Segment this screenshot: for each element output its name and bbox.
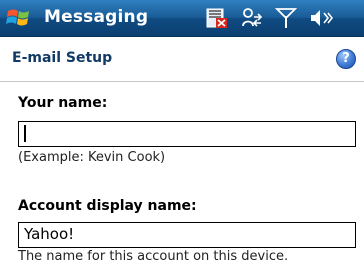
your-name-label: Your name:: [18, 95, 108, 111]
data-connection-icon[interactable]: [239, 6, 265, 30]
windows-start-icon[interactable]: [4, 3, 34, 33]
page-header: E-mail Setup ?: [0, 37, 364, 82]
storage-card-error-icon[interactable]: [204, 6, 230, 30]
signal-strength-icon[interactable]: [274, 6, 298, 30]
title-bar: Messaging: [0, 0, 364, 37]
app-title: Messaging: [44, 7, 149, 27]
your-name-hint: (Example: Kevin Cook): [18, 150, 166, 165]
account-display-label: Account display name:: [18, 198, 197, 214]
account-display-value: Yahoo!: [24, 225, 75, 243]
help-icon[interactable]: ?: [336, 49, 356, 69]
speaker-off-icon[interactable]: [308, 6, 334, 30]
account-display-hint: The name for this account on this device…: [18, 249, 289, 264]
your-name-field[interactable]: [18, 121, 356, 147]
account-display-field[interactable]: Yahoo!: [18, 222, 356, 248]
page-title: E-mail Setup: [12, 50, 113, 66]
text-caret: [24, 125, 26, 142]
